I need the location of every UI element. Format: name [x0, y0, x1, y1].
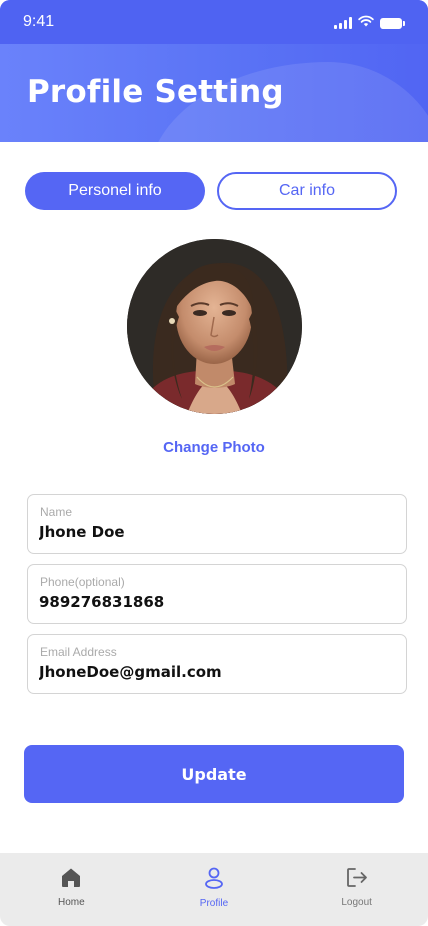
nav-item-home[interactable]: Home	[1, 853, 141, 926]
tab-car-info[interactable]: Car info	[217, 172, 397, 210]
phone-label: Phone(optional)	[40, 575, 125, 589]
bottom-nav: Home Profile Logout	[0, 853, 428, 926]
nav-label-home: Home	[57, 897, 85, 908]
tab-personel-info[interactable]: Personel info	[25, 172, 205, 210]
nav-label-logout: Logout	[341, 897, 372, 908]
wifi-icon	[358, 14, 374, 32]
email-label: Email Address	[40, 645, 117, 659]
header: 9:41 Profile Setting	[0, 0, 428, 142]
name-input[interactable]	[39, 523, 389, 541]
nav-label-profile: Profile	[199, 898, 229, 909]
phone-field[interactable]: Phone(optional)	[27, 564, 407, 624]
name-field[interactable]: Name	[27, 494, 407, 554]
home-icon	[60, 867, 82, 893]
status-bar: 9:41	[0, 0, 428, 44]
email-input[interactable]	[39, 663, 389, 681]
profile-setting-screen: 9:41 Profile Setting Personel info Car i…	[0, 0, 428, 926]
user-icon	[204, 867, 224, 894]
battery-icon	[380, 17, 405, 29]
profile-tabs: Personel info Car info	[25, 172, 397, 210]
nav-item-profile[interactable]: Profile	[144, 853, 284, 926]
status-time: 9:41	[23, 13, 55, 30]
email-field[interactable]: Email Address	[27, 634, 407, 694]
nav-item-logout[interactable]: Logout	[287, 853, 427, 926]
update-button[interactable]: Update	[24, 745, 404, 803]
avatar[interactable]	[127, 239, 302, 414]
name-label: Name	[40, 505, 73, 519]
change-photo-link[interactable]: Change Photo	[0, 439, 428, 456]
phone-input[interactable]	[39, 593, 389, 611]
status-icons	[334, 14, 405, 32]
logout-icon	[346, 867, 368, 893]
signal-icon	[334, 17, 352, 29]
page-title: Profile Setting	[27, 74, 284, 110]
